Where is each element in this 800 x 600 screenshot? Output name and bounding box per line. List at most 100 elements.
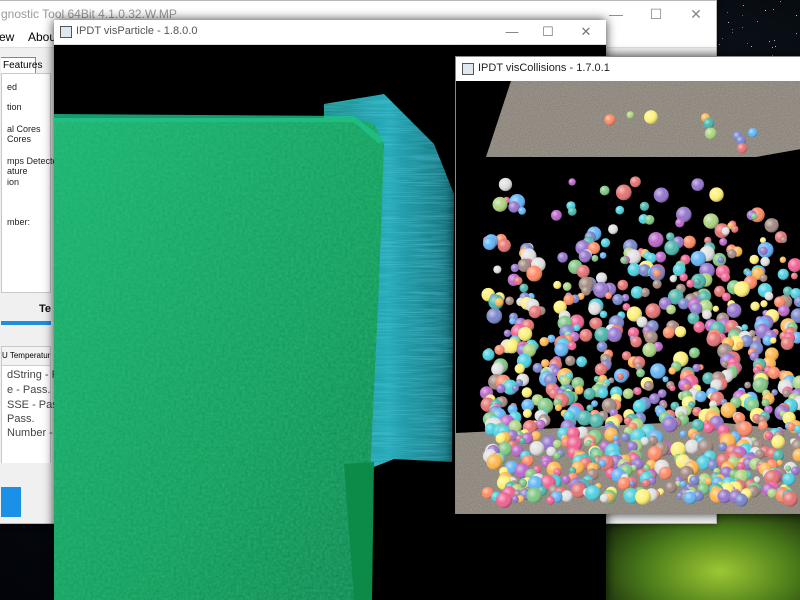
collision-ball-shade xyxy=(636,316,648,328)
collision-ball-shade xyxy=(683,235,696,249)
log-line: e - Pass. xyxy=(7,384,51,396)
collision-ball-shade xyxy=(764,291,774,301)
collision-ball-shade xyxy=(736,462,745,470)
collision-ball-shade xyxy=(626,111,635,119)
collision-ball-shade xyxy=(770,337,777,344)
collision-ball-shade xyxy=(629,176,641,188)
collision-ball-shade xyxy=(632,399,647,414)
log-line: Pass. xyxy=(7,413,35,425)
collision-ball-shade xyxy=(747,127,758,138)
collision-ball-shade xyxy=(727,249,737,259)
collision-ball-shade xyxy=(669,275,677,283)
vis-collisions-titlebar[interactable]: IPDT visCollisions - 1.7.0.1 xyxy=(456,57,800,81)
collision-ball-shade xyxy=(644,214,655,225)
collision-ball-shade xyxy=(594,363,608,376)
collision-ball-shade xyxy=(653,269,661,278)
collision-ball-shade xyxy=(576,356,588,368)
collision-ball-shade xyxy=(639,201,650,212)
collision-ball-shade xyxy=(562,282,572,291)
star xyxy=(773,9,774,10)
collision-ball-shade xyxy=(565,355,576,367)
collision-ball-shade xyxy=(693,278,701,286)
star xyxy=(774,40,775,41)
collision-ball-shade xyxy=(576,264,590,278)
minimize-button[interactable]: — xyxy=(494,20,530,44)
collision-ball-shade xyxy=(599,493,609,503)
collision-ball-shade xyxy=(629,480,636,487)
collision-ball-shade xyxy=(615,184,632,201)
collision-ball-shade xyxy=(567,341,577,351)
collision-ball-shade xyxy=(777,268,789,280)
collision-ball-shade xyxy=(785,465,792,472)
collision-ball-shade xyxy=(612,434,619,441)
collision-ball-shade xyxy=(780,236,787,243)
collision-ball-shade xyxy=(608,224,619,235)
close-button[interactable]: ✕ xyxy=(568,20,604,44)
collision-ball-shade xyxy=(759,246,768,255)
collision-ball-shade xyxy=(511,495,519,503)
collision-ball-shade xyxy=(719,237,728,246)
collision-ball-shade xyxy=(669,384,676,392)
collision-ball-shade xyxy=(644,330,658,344)
collision-ball-shade xyxy=(658,466,672,480)
collision-ball-shade xyxy=(647,446,663,461)
star xyxy=(769,41,770,42)
collision-ball-shade xyxy=(760,300,768,308)
app-icon xyxy=(462,63,474,75)
vis-particle-titlebar[interactable]: IPDT visParticle - 1.8.0.0 — ☐ ✕ xyxy=(54,20,606,45)
maximize-button[interactable]: ☐ xyxy=(636,3,676,25)
collision-ball-shade xyxy=(640,287,650,298)
collision-ball-shade xyxy=(674,326,687,338)
collision-ball-shade xyxy=(591,254,599,262)
collision-ball-shade xyxy=(644,110,658,125)
collision-ball-shade xyxy=(496,492,512,509)
star xyxy=(751,46,752,47)
progress-bar xyxy=(1,321,51,325)
collision-ball-shade xyxy=(675,218,685,228)
collision-ball-shade xyxy=(620,432,630,442)
collision-ball-shade xyxy=(529,440,545,456)
collision-ball-shade xyxy=(554,404,562,412)
particle-front-texture xyxy=(54,118,384,600)
collision-ball-shade xyxy=(588,302,602,316)
close-button[interactable]: ✕ xyxy=(676,3,716,25)
collision-ball-shade xyxy=(782,491,798,507)
vis-collisions-window[interactable]: IPDT visCollisions - 1.7.0.1 xyxy=(455,56,800,514)
collision-ball-shade xyxy=(518,206,526,215)
collision-ball-shade xyxy=(642,342,657,358)
collision-ball-shade xyxy=(567,206,577,216)
collision-ball-shade xyxy=(617,279,629,291)
menu-view[interactable]: ew xyxy=(0,30,14,44)
star xyxy=(796,33,797,34)
collision-ball-shade xyxy=(683,491,697,505)
collision-ball-shade xyxy=(526,265,543,282)
collision-render-canvas[interactable] xyxy=(456,81,800,513)
collision-ball-shade xyxy=(519,283,529,293)
maximize-button[interactable]: ☐ xyxy=(530,20,566,44)
collision-ball-shade xyxy=(557,252,568,263)
collision-ball-shade xyxy=(643,380,654,391)
collision-ball-shade xyxy=(772,449,785,462)
collision-ball-shade xyxy=(720,272,731,282)
collision-ball-shade xyxy=(759,274,768,282)
start-button[interactable] xyxy=(1,487,21,517)
collision-ball-shade xyxy=(682,383,691,391)
collision-ball-shade xyxy=(630,336,642,348)
collision-ball-shade xyxy=(717,256,725,264)
collision-ball-shade xyxy=(662,416,678,433)
collision-ball-shade xyxy=(650,363,666,379)
cpu-log-panel: U Temperature dString - Pa e - Pass. SSE… xyxy=(1,346,65,466)
collision-ball-shade xyxy=(546,496,555,505)
collision-ball-shade xyxy=(514,276,523,286)
collision-ball-shade xyxy=(653,187,669,203)
cpu-temperature-header[interactable]: U Temperature xyxy=(2,347,50,366)
collision-ball-shade xyxy=(760,256,770,267)
collision-ball-shade xyxy=(583,387,596,400)
collision-ball-shade xyxy=(790,272,798,280)
collision-ball-shade xyxy=(790,466,800,476)
collision-ball-shade xyxy=(686,279,695,288)
collision-ball-shade xyxy=(678,298,690,310)
collision-ball-shade xyxy=(494,297,504,307)
collision-ball-shade xyxy=(585,485,601,501)
collision-ball-shade xyxy=(777,304,790,317)
